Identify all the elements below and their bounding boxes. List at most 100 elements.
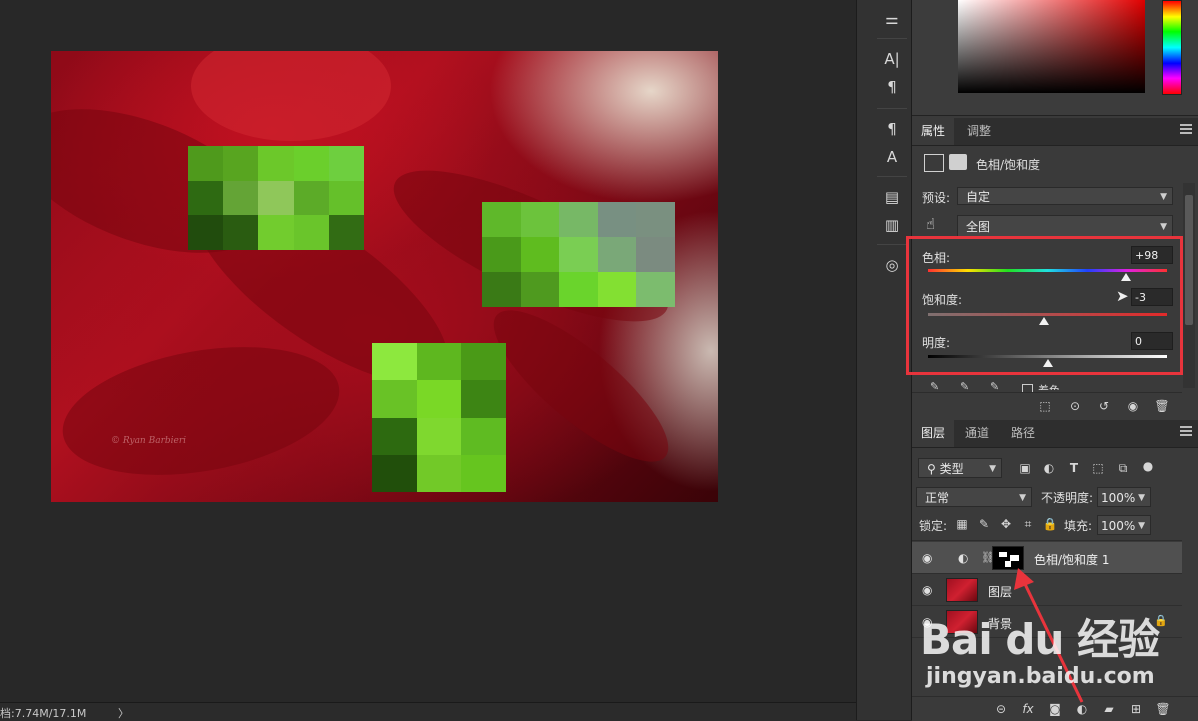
saturation-slider-track[interactable]: [928, 313, 1167, 316]
mosaic-block-2: [482, 202, 675, 307]
channel-value: 全图: [966, 220, 991, 234]
opacity-input[interactable]: 100% ▼: [1097, 487, 1151, 507]
photo-signature: © Ryan Barbieri: [111, 436, 187, 446]
mosaic-block-1: [188, 146, 364, 250]
mouse-cursor-icon: ➤: [1116, 287, 1129, 305]
adjustment-layer-icon: ◐: [958, 551, 969, 565]
adjust-panel-icon[interactable]: ⚌: [879, 8, 905, 30]
tab-paths[interactable]: 路径: [1002, 420, 1044, 447]
tab-channels[interactable]: 通道: [956, 420, 998, 447]
opacity-value: 100%: [1101, 491, 1136, 505]
notes-icon[interactable]: ▤: [879, 186, 905, 208]
lock-position-icon[interactable]: ✥: [997, 516, 1015, 532]
saturation-slider-thumb[interactable]: [1038, 317, 1049, 325]
lightness-label: 明度:: [922, 336, 951, 350]
fill-input[interactable]: 100% ▼: [1097, 515, 1151, 535]
eye-icon[interactable]: ◉: [922, 583, 932, 597]
adjustment-grid-icon[interactable]: [924, 154, 944, 172]
lock-label: 锁定:: [919, 519, 948, 533]
new-layer-icon[interactable]: ⊞: [1127, 701, 1145, 717]
preset-dropdown[interactable]: 自定 ▼: [957, 187, 1173, 205]
panel-menu-icon[interactable]: [1180, 124, 1192, 136]
flower-photo[interactable]: © Ryan Barbieri: [51, 51, 718, 502]
properties-tabbar: 属性 调整: [912, 118, 1198, 146]
saturation-value-input[interactable]: -3: [1131, 288, 1173, 306]
mosaic-block-3: [372, 343, 506, 492]
eye-icon[interactable]: ◉: [922, 551, 932, 565]
chevron-down-icon: ▼: [989, 464, 996, 474]
visibility-icon[interactable]: ◉: [1124, 398, 1142, 414]
mask-icon[interactable]: [949, 154, 967, 170]
chevron-down-icon: ▼: [1019, 493, 1026, 503]
panel-dock-icons: ⚌ A| ¶ ¶ A ▤ ▥ ◎: [873, 0, 912, 720]
lightness-slider-thumb[interactable]: [1042, 359, 1053, 367]
tab-adjustments[interactable]: 调整: [958, 118, 1000, 145]
lightness-slider-track[interactable]: [928, 355, 1167, 358]
lock-all-icon[interactable]: 🔒: [1041, 516, 1059, 532]
document-canvas[interactable]: © Ryan Barbieri: [0, 0, 856, 702]
brush-settings-icon[interactable]: ◎: [879, 254, 905, 276]
layer-name[interactable]: 背景: [988, 615, 1012, 632]
tab-properties[interactable]: 属性: [912, 118, 955, 145]
trash-icon[interactable]: 🗑: [1153, 398, 1171, 414]
status-menu-arrow[interactable]: 〉: [118, 705, 129, 721]
filter-type-icon[interactable]: T: [1065, 460, 1083, 476]
blend-mode-dropdown[interactable]: 正常 ▼: [916, 487, 1032, 507]
paragraph-style-icon[interactable]: ¶: [879, 118, 905, 140]
clip-to-layer-icon[interactable]: ⬚: [1036, 398, 1054, 414]
character-style-icon[interactable]: A: [879, 146, 905, 168]
preset-value: 自定: [966, 190, 991, 204]
link-layers-icon[interactable]: ⊝: [992, 701, 1010, 717]
filter-adjustment-icon[interactable]: ◐: [1040, 460, 1058, 476]
targeted-adjust-hand-icon[interactable]: ☝: [926, 215, 935, 233]
paragraph-icon[interactable]: ¶: [879, 76, 905, 98]
fill-label: 填充:: [1064, 519, 1093, 533]
chevron-down-icon: ▼: [1138, 521, 1145, 531]
properties-footer: ⬚ ⊙ ↺ ◉ 🗑: [912, 392, 1182, 419]
properties-scroll-thumb[interactable]: [1185, 195, 1193, 325]
eye-icon[interactable]: ◉: [922, 615, 932, 629]
hue-slider-thumb[interactable]: [1121, 273, 1132, 281]
colorize-label: 着色: [1038, 382, 1060, 390]
view-previous-icon[interactable]: ⊙: [1066, 398, 1084, 414]
trash-icon[interactable]: 🗑: [1154, 701, 1172, 717]
blend-mode-value: 正常: [925, 491, 950, 505]
filter-smart-object-icon[interactable]: ⧉: [1114, 460, 1132, 476]
reset-icon[interactable]: ↺: [1095, 398, 1113, 414]
hue-value-input[interactable]: +98: [1131, 246, 1173, 264]
annotation-arrow: [1014, 568, 1084, 703]
doc-size-readout: 档:7.74M/17.1M: [0, 707, 87, 720]
layer-thumbnail: [946, 610, 978, 634]
filter-shape-icon[interactable]: ⬚: [1089, 460, 1107, 476]
chevron-down-icon: ▼: [1138, 493, 1145, 503]
channel-dropdown[interactable]: 全图 ▼: [957, 215, 1173, 237]
color-picker-panel: [912, 0, 1198, 116]
status-bar: 档:7.74M/17.1M 〉: [0, 702, 856, 721]
character-icon[interactable]: A|: [879, 48, 905, 70]
hue-strip[interactable]: [1162, 0, 1182, 95]
filter-pixel-icon[interactable]: ▣: [1016, 460, 1034, 476]
lock-artboard-icon[interactable]: ⌗: [1019, 516, 1037, 532]
opacity-label: 不透明度:: [1041, 491, 1094, 505]
layer-filter-value: 类型: [939, 462, 964, 476]
chevron-down-icon: ▼: [1160, 192, 1167, 202]
tab-layers[interactable]: 图层: [912, 420, 955, 447]
fill-value: 100%: [1101, 519, 1136, 533]
new-group-icon[interactable]: ▰: [1100, 701, 1118, 717]
lightness-value-input[interactable]: 0: [1131, 332, 1173, 350]
history-icon[interactable]: ▥: [879, 214, 905, 236]
properties-title: 色相/饱和度: [976, 158, 1041, 172]
preset-label: 预设:: [922, 191, 951, 205]
lock-icon: 🔒: [1154, 614, 1168, 627]
filter-toggle-icon[interactable]: ●: [1139, 458, 1157, 474]
lock-image-icon[interactable]: ✎: [975, 516, 993, 532]
layer-filter-dropdown[interactable]: ⚲ 类型 ▼: [918, 458, 1002, 478]
hue-slider-track[interactable]: [928, 269, 1167, 272]
layer-name[interactable]: 图层: [988, 583, 1012, 600]
hue-label: 色相:: [922, 251, 951, 265]
lock-transparent-icon[interactable]: ▦: [953, 516, 971, 532]
color-field[interactable]: [958, 0, 1145, 93]
layers-menu-icon[interactable]: [1180, 426, 1192, 438]
layers-tabbar: 图层 通道 路径: [912, 420, 1198, 448]
panel-divider[interactable]: [856, 0, 874, 720]
